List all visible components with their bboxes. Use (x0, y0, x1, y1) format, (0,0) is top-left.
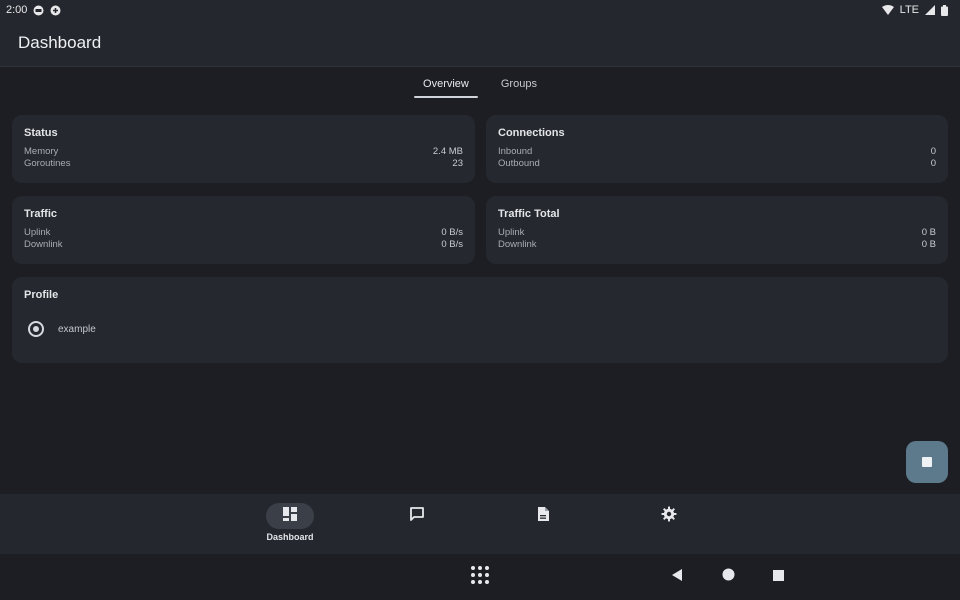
nav-active-indicator (266, 503, 314, 529)
network-type-label: LTE (899, 4, 919, 16)
row-value: 0 B/s (441, 239, 463, 250)
row-label: Downlink (498, 239, 537, 250)
nav-pill (393, 503, 441, 529)
row-label: Outbound (498, 158, 540, 169)
nav-item-logs[interactable] (382, 503, 452, 529)
connections-row-outbound: Outbound 0 (498, 158, 936, 170)
row-label: Inbound (498, 146, 533, 157)
row-value: 0 B (921, 227, 936, 238)
connections-card: Connections Inbound 0 Outbound 0 (486, 115, 948, 183)
status-row-goroutines: Goroutines 23 (24, 158, 463, 170)
row-value: 0 (930, 158, 936, 169)
nav-label-dashboard: Dashboard (266, 532, 314, 542)
traffic-total-row-uplink: Uplink 0 B (498, 227, 936, 239)
traffic-total-row-downlink: Downlink 0 B (498, 239, 936, 251)
traffic-card: Traffic Uplink 0 B/s Downlink 0 B/s (12, 196, 475, 264)
radio-selected-dot (33, 326, 39, 332)
profile-card-title: Profile (24, 289, 59, 301)
row-value: 2.4 MB (432, 146, 463, 157)
connections-card-title: Connections (498, 127, 565, 139)
app-status-icon (50, 5, 61, 16)
nav-pill (645, 503, 693, 529)
bottom-navigation: Dashboard (0, 494, 960, 554)
status-card: Status Memory 2.4 MB Goroutines 23 (12, 115, 475, 183)
status-bar: 2:00 LTE (0, 0, 960, 20)
traffic-card-title: Traffic (24, 208, 58, 220)
row-label: Uplink (24, 227, 51, 238)
system-navigation-bar (0, 554, 960, 600)
top-app-bar: Dashboard (0, 20, 960, 67)
nav-item-settings[interactable] (634, 503, 704, 529)
profile-card: Profile example (12, 277, 948, 363)
file-icon (536, 506, 550, 527)
row-value: 0 (930, 146, 936, 157)
notification-icon (33, 5, 44, 16)
home-circle-icon (722, 568, 735, 586)
traffic-row-downlink: Downlink 0 B/s (24, 239, 463, 251)
row-label: Goroutines (24, 158, 71, 169)
row-value: 23 (452, 158, 463, 169)
gear-icon (661, 506, 677, 527)
row-label: Downlink (24, 239, 63, 250)
status-row-memory: Memory 2.4 MB (24, 146, 463, 158)
back-button[interactable] (666, 566, 688, 588)
battery-icon (941, 4, 948, 16)
status-card-title: Status (24, 127, 58, 139)
status-bar-right: LTE (881, 4, 948, 16)
connections-row-inbound: Inbound 0 (498, 146, 936, 158)
row-value: 0 B/s (441, 227, 463, 238)
page-title: Dashboard (18, 33, 102, 52)
status-bar-left: 2:00 (6, 4, 61, 16)
status-time: 2:00 (6, 4, 28, 16)
row-label: Uplink (498, 227, 525, 238)
nav-pill (519, 503, 567, 529)
signal-icon (925, 5, 935, 15)
dashboard-icon (282, 506, 298, 527)
profile-radio-button[interactable] (28, 321, 44, 337)
apps-grid-icon (470, 565, 490, 590)
stop-icon (922, 457, 932, 467)
traffic-total-card-title: Traffic Total (498, 208, 560, 220)
stop-service-button[interactable] (906, 441, 948, 483)
nav-item-configuration[interactable] (508, 503, 578, 529)
app-drawer-button[interactable] (469, 565, 491, 590)
tab-bar: Overview Groups (0, 74, 960, 102)
row-value: 0 B (921, 239, 936, 250)
chat-icon (409, 506, 425, 527)
row-label: Memory (24, 146, 59, 157)
traffic-total-card: Traffic Total Uplink 0 B Downlink 0 B (486, 196, 948, 264)
back-triangle-icon (671, 568, 683, 586)
tab-groups[interactable]: Groups (492, 74, 546, 98)
traffic-row-uplink: Uplink 0 B/s (24, 227, 463, 239)
home-button[interactable] (717, 566, 739, 588)
recents-button[interactable] (767, 566, 789, 588)
profile-item[interactable]: example (28, 321, 936, 337)
nav-item-dashboard[interactable]: Dashboard (255, 503, 325, 542)
profile-name: example (58, 323, 96, 335)
tab-overview[interactable]: Overview (414, 74, 478, 98)
recents-square-icon (772, 568, 784, 586)
wifi-icon (881, 5, 894, 15)
